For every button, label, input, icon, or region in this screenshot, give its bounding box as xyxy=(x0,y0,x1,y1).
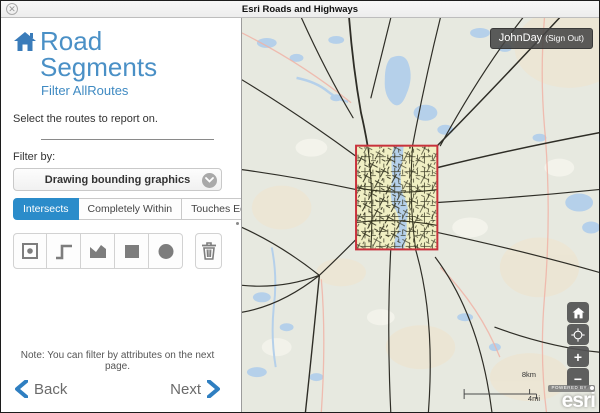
trash-icon xyxy=(197,239,221,263)
spatial-relation-tabs: Intersects Completely Within Touches Edg… xyxy=(13,198,222,220)
user-signout-button[interactable]: JohnDay (Sign Out) xyxy=(490,28,593,49)
basemap xyxy=(242,18,599,412)
chevron-left-icon xyxy=(15,380,28,398)
filter-method-dropdown[interactable]: Drawing bounding graphics xyxy=(13,168,222,191)
home-extent-button[interactable] xyxy=(567,302,589,323)
draw-circle-button[interactable] xyxy=(149,233,183,269)
plus-icon: + xyxy=(574,349,582,365)
locate-button[interactable] xyxy=(567,324,589,345)
scalebar-km-label: 8km xyxy=(522,370,536,379)
divider xyxy=(41,139,214,140)
tab-intersects[interactable]: Intersects xyxy=(13,198,79,220)
esri-logo: esri xyxy=(562,389,595,412)
page-subtitle: Filter AllRoutes xyxy=(41,83,222,98)
circle-icon xyxy=(154,239,178,263)
polyline-icon xyxy=(52,239,76,263)
locate-icon xyxy=(571,328,585,342)
point-icon xyxy=(18,239,42,263)
back-button[interactable]: Back xyxy=(15,380,67,398)
panel-header: Road Segments xyxy=(13,28,222,80)
zoom-in-button[interactable]: + xyxy=(567,346,589,367)
app-window: ✕ Esri Roads and Highways Road Segments … xyxy=(0,0,600,413)
filter-by-label: Filter by: xyxy=(13,151,222,163)
draw-polygon-button[interactable] xyxy=(81,233,115,269)
clear-graphics-button[interactable] xyxy=(195,233,222,269)
tab-completely-within[interactable]: Completely Within xyxy=(79,198,183,220)
bounding-graphic xyxy=(356,146,437,250)
chevron-down-icon xyxy=(202,173,217,188)
note-text: Note: You can filter by attributes on th… xyxy=(13,350,222,372)
rectangle-icon xyxy=(120,239,144,263)
title-bar: ✕ Esri Roads and Highways xyxy=(1,1,599,18)
dropdown-value: Drawing bounding graphics xyxy=(45,174,190,186)
back-label: Back xyxy=(34,381,67,398)
draw-toolbar xyxy=(13,233,222,269)
polygon-icon xyxy=(86,239,110,263)
page-title: Road Segments xyxy=(40,28,222,80)
draw-polyline-button[interactable] xyxy=(47,233,81,269)
chevron-right-icon xyxy=(207,380,220,398)
scalebar: 8km 4mi xyxy=(464,374,544,400)
window-title: Esri Roads and Highways xyxy=(1,4,599,15)
home-icon xyxy=(13,30,37,54)
description-text: Select the routes to report on. xyxy=(13,113,222,125)
wizard-nav: Back Next xyxy=(13,378,222,406)
scalebar-mi-label: 4mi xyxy=(528,394,540,403)
draw-point-button[interactable] xyxy=(13,233,47,269)
user-name: JohnDay xyxy=(499,32,542,44)
road-segments-panel: Road Segments Filter AllRoutes Select th… xyxy=(1,18,234,412)
next-button[interactable]: Next xyxy=(170,380,220,398)
close-icon[interactable]: ✕ xyxy=(6,3,18,15)
home-icon xyxy=(572,307,585,319)
signout-label: (Sign Out) xyxy=(545,33,584,43)
powered-by-label: POWERED BY xyxy=(548,385,595,392)
draw-rectangle-button[interactable] xyxy=(115,233,149,269)
next-label: Next xyxy=(170,381,201,398)
esri-attribution: POWERED BY esri xyxy=(548,374,595,411)
map-view[interactable]: JohnDay (Sign Out) xyxy=(241,18,599,412)
